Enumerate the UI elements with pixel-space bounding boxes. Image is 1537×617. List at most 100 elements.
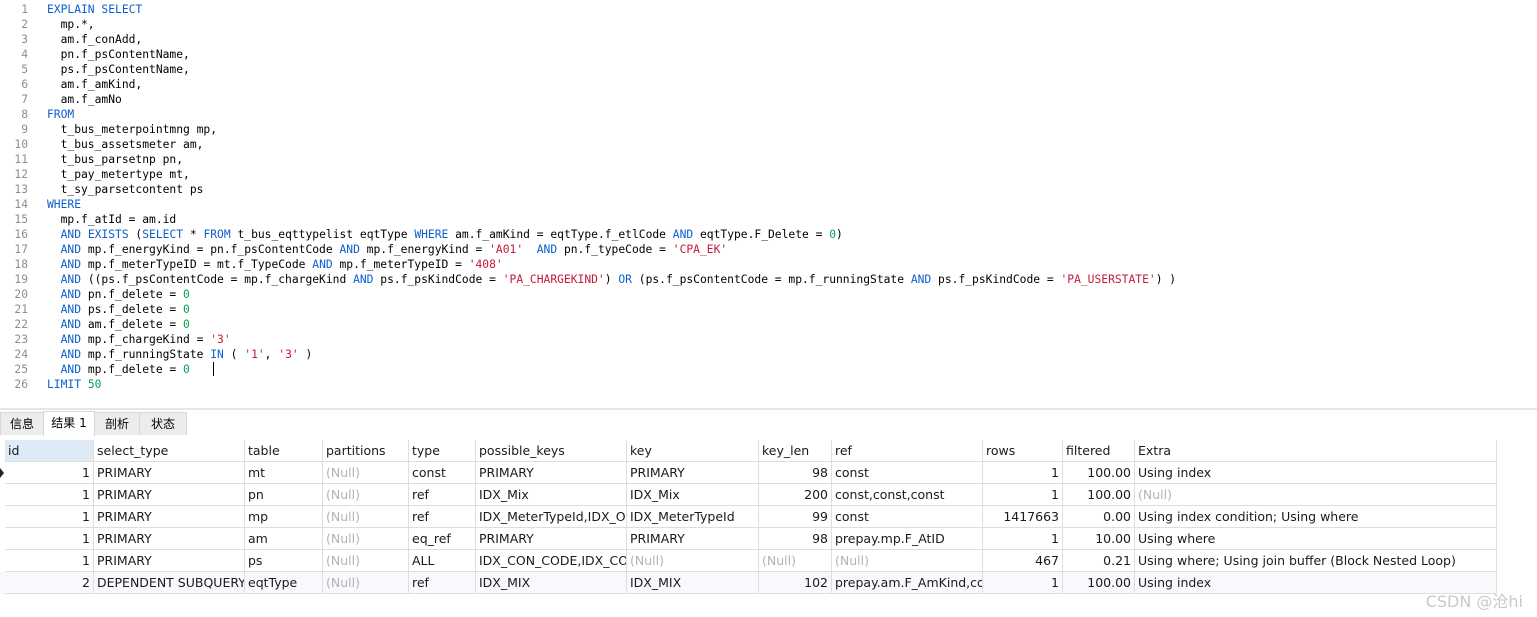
column-header-partitions[interactable]: partitions (323, 440, 409, 462)
column-header-select-type[interactable]: select_type (94, 440, 245, 462)
grid-cell[interactable]: IDX_CON_CODE,IDX_COD (476, 550, 627, 572)
grid-cell[interactable]: const,const,const (832, 484, 983, 506)
grid-cell[interactable]: ref (409, 484, 476, 506)
grid-cell[interactable]: 98 (759, 462, 832, 484)
column-header-rows[interactable]: rows (983, 440, 1063, 462)
grid-cell[interactable]: const (409, 462, 476, 484)
grid-cell[interactable]: 1 (983, 462, 1063, 484)
code-line[interactable]: 18 AND mp.f_meterTypeID = mt.f_TypeCode … (0, 257, 1537, 272)
grid-cell[interactable]: prepay.am.F_AmKind,cons (832, 572, 983, 594)
grid-cell[interactable]: ps (245, 550, 323, 572)
grid-cell[interactable]: PRIMARY (94, 462, 245, 484)
code-line[interactable]: 20 AND pn.f_delete = 0 (0, 287, 1537, 302)
grid-cell[interactable]: mp (245, 506, 323, 528)
grid-cell[interactable]: PRIMARY (94, 528, 245, 550)
grid-cell[interactable]: (Null) (323, 484, 409, 506)
column-header-filtered[interactable]: filtered (1063, 440, 1135, 462)
grid-cell[interactable]: IDX_MeterTypeId,IDX_Op (476, 506, 627, 528)
grid-cell[interactable]: IDX_MIX (476, 572, 627, 594)
grid-cell[interactable]: (Null) (1135, 484, 1497, 506)
code-line[interactable]: 9 t_bus_meterpointmng mp, (0, 122, 1537, 137)
grid-cell[interactable]: 200 (759, 484, 832, 506)
code-line[interactable]: 14 WHERE (0, 197, 1537, 212)
grid-cell[interactable]: 102 (759, 572, 832, 594)
grid-cell[interactable]: (Null) (323, 572, 409, 594)
grid-cell[interactable]: (Null) (323, 528, 409, 550)
grid-cell[interactable]: (Null) (323, 550, 409, 572)
column-header-key-len[interactable]: key_len (759, 440, 832, 462)
grid-cell[interactable]: Using where (1135, 528, 1497, 550)
table-row[interactable]: 1 PRIMARY am (Null) eq_ref PRIMARY PRIMARY 98 pr… (0, 528, 1497, 550)
grid-cell[interactable]: PRIMARY (627, 528, 759, 550)
code-line[interactable]: 7 am.f_amNo (0, 92, 1537, 107)
sql-editor[interactable]: 1 EXPLAIN SELECT 2 mp.*, 3 am.f_conAdd, 4 pn… (0, 0, 1537, 408)
grid-cell[interactable]: (Null) (832, 550, 983, 572)
grid-cell[interactable]: eq_ref (409, 528, 476, 550)
grid-cell[interactable]: PRIMARY (476, 528, 627, 550)
grid-cell[interactable]: PRIMARY (476, 462, 627, 484)
code-line[interactable]: 3 am.f_conAdd, (0, 32, 1537, 47)
column-header-extra[interactable]: Extra (1135, 440, 1497, 462)
grid-cell[interactable]: 100.00 (1063, 462, 1135, 484)
grid-cell[interactable]: (Null) (323, 462, 409, 484)
grid-cell[interactable]: am (245, 528, 323, 550)
table-row[interactable]: 1 PRIMARY mt (Null) const PRIMARY PRIMARY 98 con… (0, 462, 1497, 484)
grid-cell[interactable]: 1 (5, 506, 94, 528)
grid-cell[interactable]: 1 (5, 528, 94, 550)
code-line[interactable]: 10 t_bus_assetsmeter am, (0, 137, 1537, 152)
code-line[interactable]: 11 t_bus_parsetnp pn, (0, 152, 1537, 167)
column-header-table[interactable]: table (245, 440, 323, 462)
grid-cell[interactable]: (Null) (627, 550, 759, 572)
pane-divider[interactable] (0, 408, 1537, 410)
table-row[interactable]: 2 DEPENDENT SUBQUERY eqtType (Null) ref IDX_M… (0, 572, 1497, 594)
grid-cell[interactable]: PRIMARY (94, 506, 245, 528)
grid-cell[interactable]: IDX_MIX (627, 572, 759, 594)
grid-cell[interactable]: IDX_Mix (627, 484, 759, 506)
grid-cell[interactable]: Using where; Using join buffer (Block Ne… (1135, 550, 1497, 572)
code-line[interactable]: 4 pn.f_psContentName, (0, 47, 1537, 62)
grid-cell[interactable]: 1 (5, 484, 94, 506)
grid-cell[interactable]: 100.00 (1063, 572, 1135, 594)
column-header-key[interactable]: key (627, 440, 759, 462)
grid-cell[interactable]: PRIMARY (94, 550, 245, 572)
code-line[interactable]: 13 t_sy_parsetcontent ps (0, 182, 1537, 197)
code-line[interactable]: 1 EXPLAIN SELECT (0, 2, 1537, 17)
grid-cell[interactable]: ALL (409, 550, 476, 572)
grid-cell[interactable]: 1 (983, 484, 1063, 506)
grid-cell[interactable]: Using index condition; Using where (1135, 506, 1497, 528)
grid-cell[interactable]: ref (409, 572, 476, 594)
code-line[interactable]: 19 AND ((ps.f_psContentCode = mp.f_charg… (0, 272, 1537, 287)
grid-cell[interactable]: mt (245, 462, 323, 484)
code-line[interactable]: 21 AND ps.f_delete = 0 (0, 302, 1537, 317)
code-line[interactable]: 25 AND mp.f_delete = 0 (0, 362, 1537, 377)
grid-cell[interactable]: 2 (5, 572, 94, 594)
grid-cell[interactable]: 10.00 (1063, 528, 1135, 550)
grid-cell[interactable]: 100.00 (1063, 484, 1135, 506)
grid-cell[interactable]: 1 (983, 572, 1063, 594)
code-line[interactable]: 17 AND mp.f_energyKind = pn.f_psContentC… (0, 242, 1537, 257)
grid-cell[interactable]: PRIMARY (627, 462, 759, 484)
code-line[interactable]: 15 mp.f_atId = am.id (0, 212, 1537, 227)
tab-status[interactable]: 状态 (139, 412, 187, 435)
grid-cell[interactable]: const (832, 462, 983, 484)
grid-cell[interactable]: const (832, 506, 983, 528)
grid-cell[interactable]: IDX_Mix (476, 484, 627, 506)
grid-cell[interactable]: 1 (5, 462, 94, 484)
grid-cell[interactable]: 99 (759, 506, 832, 528)
code-line[interactable]: 16 AND EXISTS (SELECT * FROM t_bus_eqtty… (0, 227, 1537, 242)
grid-cell[interactable]: 0.00 (1063, 506, 1135, 528)
grid-cell[interactable]: prepay.mp.F_AtID (832, 528, 983, 550)
tab-info[interactable]: 信息 (0, 412, 44, 435)
table-row[interactable]: 1 PRIMARY pn (Null) ref IDX_Mix IDX_Mix 200 cons… (0, 484, 1497, 506)
code-line[interactable]: 6 am.f_amKind, (0, 77, 1537, 92)
grid-cell[interactable]: 98 (759, 528, 832, 550)
code-line[interactable]: 22 AND am.f_delete = 0 (0, 317, 1537, 332)
grid-cell[interactable]: (Null) (323, 506, 409, 528)
code-line[interactable]: 8 FROM (0, 107, 1537, 122)
grid-cell[interactable]: 0.21 (1063, 550, 1135, 572)
code-line[interactable]: 26 LIMIT 50 (0, 377, 1537, 392)
grid-cell[interactable]: 1 (983, 528, 1063, 550)
column-header-ref[interactable]: ref (832, 440, 983, 462)
code-line[interactable]: 2 mp.*, (0, 17, 1537, 32)
grid-cell[interactable]: 1 (5, 550, 94, 572)
